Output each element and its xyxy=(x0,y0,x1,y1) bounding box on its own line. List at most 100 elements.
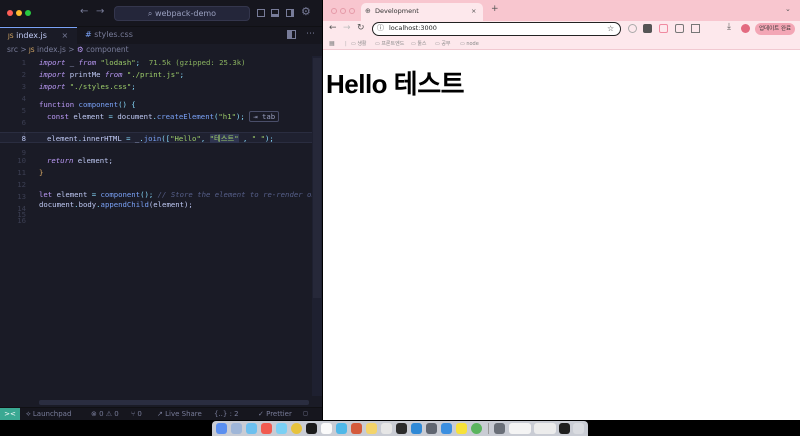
braces-indicator[interactable]: {..} : 2 xyxy=(214,408,239,420)
minimize-window-button[interactable] xyxy=(16,10,22,16)
bookmark-star-icon[interactable]: ☆ xyxy=(607,23,614,34)
vscode-window: ← → ⌕ webpack-demo ⚙ JS index.js × # sty… xyxy=(0,0,322,420)
line-number: 11 xyxy=(17,168,26,177)
zoom-window-button[interactable] xyxy=(25,10,31,16)
line-number: 2 xyxy=(21,70,26,79)
ports-indicator[interactable]: ⑂ 0 xyxy=(131,408,142,420)
close-window-button[interactable] xyxy=(331,8,337,14)
live-share-item[interactable]: ↗ Live Share xyxy=(157,408,202,420)
apps-grid-icon[interactable]: ▦ xyxy=(329,38,335,50)
app-icon[interactable] xyxy=(306,423,317,434)
docker-icon[interactable] xyxy=(411,423,422,434)
safari-icon[interactable] xyxy=(246,423,257,434)
close-tab-icon[interactable]: × xyxy=(471,3,476,20)
tab-index-js[interactable]: JS index.js × xyxy=(0,27,77,44)
prettier-indicator[interactable]: ✓ Prettier xyxy=(258,408,292,420)
launchpad-item[interactable]: ⟡ Launchpad xyxy=(26,408,71,420)
extension-icon[interactable] xyxy=(628,24,637,33)
line-number: 5 xyxy=(21,106,26,115)
js-file-icon: JS xyxy=(8,33,14,40)
toggle-sidebar-icon[interactable] xyxy=(257,9,265,17)
browser-tab-strip: ⊕ Development × + ⌄ xyxy=(323,0,800,21)
bookmarks-bar: ▦ | ▭ 생활 ▭ 프론트엔드 ▭ 툴스 ▭ 공부 ▭ node xyxy=(323,38,800,50)
finder-icon[interactable] xyxy=(216,423,227,434)
update-button[interactable]: 업데이트 완료 xyxy=(755,23,796,35)
zoom-window-button[interactable] xyxy=(349,8,355,14)
app-icon[interactable] xyxy=(426,423,437,434)
chrome-icon[interactable] xyxy=(291,423,302,434)
new-tab-button[interactable]: + xyxy=(491,4,499,14)
back-arrow-icon[interactable]: ← xyxy=(80,6,88,17)
window-thumbnail[interactable] xyxy=(534,423,556,434)
dock-divider xyxy=(488,423,489,434)
reload-icon[interactable]: ↻ xyxy=(357,23,365,33)
symbol-icon: ⚙ xyxy=(76,45,84,54)
puzzle-icon[interactable] xyxy=(691,24,700,33)
bookmark-folder-5[interactable]: ▭ node xyxy=(460,38,479,50)
forward-arrow-icon[interactable]: → xyxy=(96,6,104,17)
launchpad-icon[interactable] xyxy=(231,423,242,434)
bell-icon[interactable]: ◻ xyxy=(303,408,308,420)
breadcrumb-folder[interactable]: src xyxy=(7,45,18,54)
notes-icon[interactable] xyxy=(366,423,377,434)
toggle-secondary-sidebar-icon[interactable] xyxy=(286,9,294,17)
remote-indicator[interactable]: >< xyxy=(0,408,20,420)
search-icon: ⌕ xyxy=(147,9,153,18)
app-icon[interactable] xyxy=(351,423,362,434)
css-file-icon: # xyxy=(85,30,92,39)
import-cost-hint: 71.5k (gzipped: 25.3k) xyxy=(148,58,246,67)
close-tab-icon[interactable]: × xyxy=(62,31,69,40)
breadcrumb-symbol[interactable]: component xyxy=(86,45,128,54)
kakaotalk-icon[interactable] xyxy=(456,423,467,434)
scrollbar-thumb[interactable] xyxy=(313,58,321,298)
app-icon[interactable] xyxy=(336,423,347,434)
back-arrow-icon[interactable]: ← xyxy=(329,23,337,33)
code-editor[interactable]: 1 2 3 4 5 6 7 8 9 10 11 12 13 14 15 16 i… xyxy=(0,56,322,405)
bookmark-folder-1[interactable]: ▭ 생활 xyxy=(351,38,367,50)
site-info-icon[interactable]: ⓘ xyxy=(377,23,384,34)
window-thumbnail[interactable] xyxy=(559,423,570,434)
close-window-button[interactable] xyxy=(7,10,13,16)
download-icon[interactable]: ⤓ xyxy=(727,22,731,32)
bookmark-folder-4[interactable]: ▭ 공부 xyxy=(435,38,451,50)
calendar-icon[interactable] xyxy=(261,423,272,434)
tab-styles-css[interactable]: # styles.css xyxy=(77,27,157,44)
breadcrumb-file[interactable]: index.js xyxy=(37,45,66,54)
extension-icon[interactable] xyxy=(659,24,668,33)
trash-icon[interactable] xyxy=(573,423,584,434)
minimize-window-button[interactable] xyxy=(340,8,346,14)
toggle-panel-icon[interactable] xyxy=(271,9,279,17)
url-text: localhost:3000 xyxy=(389,24,437,32)
app-icon[interactable] xyxy=(494,423,505,434)
split-editor-icon[interactable] xyxy=(287,30,296,39)
browser-tab-development[interactable]: ⊕ Development × xyxy=(361,3,483,21)
app-icon[interactable] xyxy=(381,423,392,434)
window-thumbnail[interactable] xyxy=(509,423,531,434)
avatar[interactable] xyxy=(741,24,750,33)
terminal-icon[interactable] xyxy=(396,423,407,434)
code-line: import "./styles.css"; xyxy=(39,82,136,91)
app-icon[interactable] xyxy=(276,423,287,434)
command-center-search[interactable]: ⌕ webpack-demo xyxy=(114,6,250,21)
horizontal-scrollbar[interactable] xyxy=(39,400,309,405)
rocket-icon: ⟡ xyxy=(26,410,31,418)
address-bar[interactable]: ⓘ localhost:3000 ☆ xyxy=(372,22,621,36)
bookmark-folder-3[interactable]: ▭ 툴스 xyxy=(411,38,427,50)
problems-indicator[interactable]: ⊗ 0 ⚠ 0 xyxy=(91,408,119,420)
gear-icon[interactable]: ⚙ xyxy=(301,5,311,18)
line-number: 16 xyxy=(17,216,26,225)
tab-label: index.js xyxy=(16,31,47,40)
vscode-icon[interactable] xyxy=(441,423,452,434)
extension-icon[interactable] xyxy=(675,24,684,33)
vertical-scrollbar[interactable] xyxy=(312,56,322,396)
forward-arrow-icon[interactable]: → xyxy=(343,23,351,33)
extension-icon[interactable] xyxy=(643,24,652,33)
bookmark-folder-2[interactable]: ▭ 프론트엔드 xyxy=(375,38,404,50)
notion-icon[interactable] xyxy=(321,423,332,434)
more-actions-icon[interactable]: ⋯ xyxy=(306,29,315,39)
tab-search-icon[interactable]: ⌄ xyxy=(785,5,791,13)
code-line: const element = document.createElement("… xyxy=(47,111,280,122)
code-line: import printMe from "./print.js"; xyxy=(39,70,185,79)
app-icon[interactable] xyxy=(471,423,482,434)
search-text: webpack-demo xyxy=(154,9,217,18)
